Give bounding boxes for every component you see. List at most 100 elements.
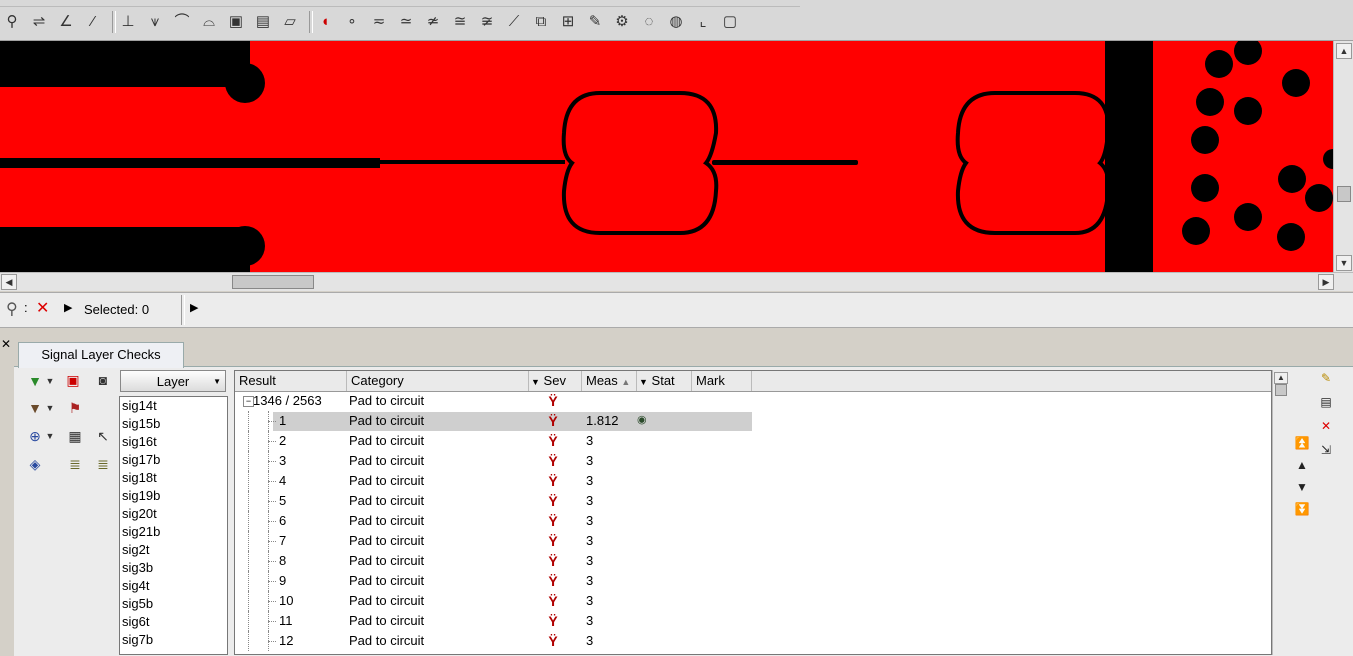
- layer-list-item[interactable]: sig20t: [120, 505, 227, 523]
- pad2-icon[interactable]: ▤: [253, 12, 273, 32]
- rotate1-icon[interactable]: ◌: [639, 12, 659, 32]
- tab-signal-layer-checks[interactable]: Signal Layer Checks: [18, 342, 184, 368]
- group-row[interactable]: − 1346 / 2563 Pad to circuit Ÿ: [235, 391, 1271, 411]
- pencil-frame-icon[interactable]: ✎: [585, 12, 605, 32]
- column-header-stat[interactable]: ▼ Stat: [637, 371, 692, 391]
- layer-list-item[interactable]: sig18t: [120, 469, 227, 487]
- dropdown-arrow-icon[interactable]: ▼: [44, 371, 56, 391]
- grid-vertical-scrollbar[interactable]: ▲: [1272, 370, 1289, 655]
- play-arrow-icon[interactable]: ▶: [64, 301, 72, 314]
- table-row[interactable]: 8 Pad to circuit Ÿ 3: [235, 551, 1271, 571]
- scroll-thumb-vertical[interactable]: [1337, 186, 1351, 202]
- next-result-icon[interactable]: ▼: [1292, 478, 1312, 496]
- copy-icon[interactable]: ⧉: [531, 12, 551, 32]
- table-row[interactable]: 5 Pad to circuit Ÿ 3: [235, 491, 1271, 511]
- canvas-horizontal-scrollbar[interactable]: ◀ ▶: [0, 272, 1353, 291]
- scroll-thumb-vertical[interactable]: [1275, 384, 1287, 396]
- tools-icon[interactable]: ⚙: [612, 12, 632, 32]
- brush-icon[interactable]: ⟋: [504, 12, 524, 32]
- layer-list[interactable]: sig14t sig15b sig16t sig17b sig18t sig19b sig2…: [119, 396, 228, 655]
- arc2-icon[interactable]: ⌓: [199, 12, 219, 32]
- layer-list-item[interactable]: sig6t: [120, 613, 227, 631]
- dim3-icon[interactable]: ≃: [396, 12, 416, 32]
- shape-icon[interactable]: ▱: [280, 12, 300, 32]
- highlight-icon[interactable]: ◈: [24, 454, 46, 474]
- x-icon[interactable]: ✕: [36, 298, 49, 318]
- layer-list-item[interactable]: sig19b: [120, 487, 227, 505]
- column-header-meas[interactable]: Meas ▲: [582, 371, 637, 391]
- dim1-icon[interactable]: ∘: [342, 12, 362, 32]
- zoom-icon[interactable]: ⊕: [24, 426, 46, 446]
- scroll-down-arrow-icon[interactable]: ▼: [1336, 255, 1352, 271]
- layer-list-item[interactable]: sig16t: [120, 433, 227, 451]
- table-row[interactable]: 1 Pad to circuit Ÿ 1.812 ◉: [235, 411, 1271, 431]
- slash-icon[interactable]: ⁄: [83, 12, 103, 32]
- canvas-vertical-scrollbar[interactable]: ▲ ▼: [1333, 41, 1353, 272]
- pad-icon[interactable]: ▣: [226, 12, 246, 32]
- layers-add-icon[interactable]: ≣: [92, 454, 114, 474]
- edit-pointer-icon[interactable]: ⇲: [1316, 441, 1336, 459]
- dropdown-arrow-icon[interactable]: ▼: [44, 426, 56, 446]
- table-row[interactable]: 6 Pad to circuit Ÿ 3: [235, 511, 1271, 531]
- layer-list-item[interactable]: sig4t: [120, 577, 227, 595]
- dim6-icon[interactable]: ≆: [477, 12, 497, 32]
- pointer-icon[interactable]: ↖: [92, 426, 114, 446]
- scroll-left-arrow-icon[interactable]: ◀: [1, 274, 17, 290]
- angle-icon[interactable]: ∠: [56, 12, 76, 32]
- first-result-icon[interactable]: ⏫: [1292, 434, 1312, 452]
- table-row[interactable]: 11 Pad to circuit Ÿ 3: [235, 611, 1271, 631]
- play-arrow-icon[interactable]: ▶: [190, 301, 198, 314]
- results-grid[interactable]: Result Category ▼ Sev Meas ▲ ▼ Stat Mark…: [234, 370, 1272, 655]
- corner-icon[interactable]: ⌞: [693, 12, 713, 32]
- table-row[interactable]: 4 Pad to circuit Ÿ 3: [235, 471, 1271, 491]
- arc-icon[interactable]: ⌒: [172, 12, 192, 32]
- layer-list-item[interactable]: sig5b: [120, 595, 227, 613]
- column-header-mark[interactable]: Mark: [692, 371, 752, 391]
- pcb-canvas[interactable]: [0, 41, 1333, 272]
- via-icon[interactable]: ⩛: [145, 12, 165, 32]
- scroll-thumb-horizontal[interactable]: [232, 275, 314, 289]
- table-row[interactable]: 9 Pad to circuit Ÿ 3: [235, 571, 1271, 591]
- pencil-icon[interactable]: ✎: [1316, 369, 1336, 387]
- table-row[interactable]: 7 Pad to circuit Ÿ 3: [235, 531, 1271, 551]
- filter-green-icon[interactable]: ▼: [24, 371, 46, 391]
- table-row[interactable]: 12 Pad to circuit Ÿ 3: [235, 631, 1271, 651]
- magnet-icon[interactable]: ◖: [315, 12, 335, 32]
- filter-clear-icon[interactable]: ⚑: [64, 398, 86, 418]
- layer-dropdown[interactable]: Layer ▼: [120, 370, 226, 392]
- column-header-result[interactable]: Result: [235, 371, 347, 391]
- column-header-category[interactable]: Category: [347, 371, 529, 391]
- panel-close-icon[interactable]: ✕: [0, 338, 12, 350]
- camera-icon[interactable]: ◙: [92, 370, 114, 390]
- report-icon[interactable]: ▤: [1316, 393, 1336, 411]
- layer-list-item[interactable]: sig3b: [120, 559, 227, 577]
- scroll-up-arrow-icon[interactable]: ▲: [1274, 372, 1288, 384]
- table-row[interactable]: 2 Pad to circuit Ÿ 3: [235, 431, 1271, 451]
- filter-icon[interactable]: ⚲: [6, 299, 18, 319]
- layer-list-item[interactable]: sig21b: [120, 523, 227, 541]
- frame-icon[interactable]: ▣: [62, 370, 84, 390]
- frame-icon[interactable]: ⊞: [558, 12, 578, 32]
- layer-list-item[interactable]: sig2t: [120, 541, 227, 559]
- filter-brown-icon[interactable]: ▼: [24, 398, 46, 418]
- layer-list-item[interactable]: sig17b: [120, 451, 227, 469]
- scroll-right-arrow-icon[interactable]: ▶: [1318, 274, 1334, 290]
- layer-list-item[interactable]: sig14t: [120, 397, 227, 415]
- last-result-icon[interactable]: ⏬: [1292, 500, 1312, 518]
- grid-select-icon[interactable]: ▦: [64, 426, 86, 446]
- dim5-icon[interactable]: ≅: [450, 12, 470, 32]
- trace-icon[interactable]: ⇌: [29, 12, 49, 32]
- column-header-sev[interactable]: ▼ Sev: [529, 371, 582, 391]
- dropdown-arrow-icon[interactable]: ▼: [44, 398, 56, 418]
- table-row[interactable]: 10 Pad to circuit Ÿ 3: [235, 591, 1271, 611]
- box-icon[interactable]: ▢: [720, 12, 740, 32]
- scroll-up-arrow-icon[interactable]: ▲: [1336, 43, 1352, 59]
- dim4-icon[interactable]: ≄: [423, 12, 443, 32]
- table-row[interactable]: 3 Pad to circuit Ÿ 3: [235, 451, 1271, 471]
- layers-icon[interactable]: ≣: [64, 454, 86, 474]
- pin-icon[interactable]: ⊥: [118, 12, 138, 32]
- layer-list-item[interactable]: sig7b: [120, 631, 227, 649]
- close-icon[interactable]: ✕: [1316, 417, 1336, 435]
- dim2-icon[interactable]: ≂: [369, 12, 389, 32]
- route-icon[interactable]: ⚲: [2, 12, 22, 32]
